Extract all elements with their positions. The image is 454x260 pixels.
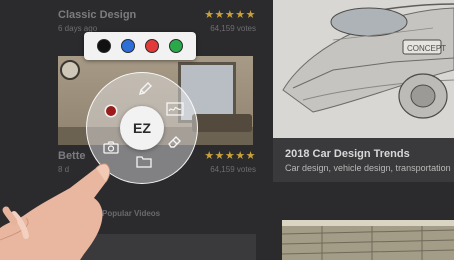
section-label: Most Popular Videos: [81, 209, 161, 218]
building-sketch-icon: [282, 226, 454, 260]
eraser-icon[interactable]: [165, 131, 185, 151]
camera-icon[interactable]: [101, 137, 121, 157]
car-sketch-icon: CONCEPT: [273, 0, 454, 138]
radial-tool-menu: EZ: [86, 72, 198, 184]
video-age: 8 d: [58, 165, 70, 174]
feature-caption[interactable]: 2018 Car Design Trends Car design, vehic…: [273, 138, 454, 182]
pen-icon[interactable]: [135, 79, 155, 99]
video-thumbnail[interactable]: [14, 234, 256, 260]
thumbnail-sofa: [192, 114, 252, 132]
color-dot-icon[interactable]: [106, 106, 116, 116]
rating-stars: ★★★★★: [204, 150, 256, 162]
swatch-red[interactable]: [145, 39, 159, 53]
hub-label: EZ: [133, 120, 151, 136]
section-heading[interactable]: ❮ Most Popular Videos: [70, 209, 160, 218]
thumbnail-band: [282, 220, 454, 226]
swatch-black[interactable]: [97, 39, 111, 53]
thumbnail-clock: [60, 60, 80, 80]
chevron-left-icon: ❮: [70, 209, 77, 218]
vote-count: 64,159 votes: [210, 24, 256, 33]
folder-icon[interactable]: [134, 151, 154, 171]
swatch-blue[interactable]: [121, 39, 135, 53]
vote-count: 64,159 votes: [210, 165, 256, 174]
video-title: Bette: [58, 150, 86, 162]
ez-hub-button[interactable]: EZ: [120, 106, 164, 150]
feature-title: 2018 Car Design Trends: [285, 148, 410, 160]
color-palette: [84, 32, 196, 60]
feature-subtitle: Car design, vehicle design, transportati…: [285, 163, 451, 173]
video-title: Classic Design: [58, 9, 137, 21]
car-sketch-thumbnail[interactable]: CONCEPT: [273, 0, 454, 138]
app-screen: Classic Design 6 days ago ★★★★★ 64,159 v…: [0, 0, 454, 260]
rating-stars: ★★★★★: [204, 9, 256, 21]
svg-text:CONCEPT: CONCEPT: [407, 44, 446, 53]
swatch-green[interactable]: [169, 39, 183, 53]
signature-icon[interactable]: [165, 99, 185, 119]
video-thumbnail[interactable]: [282, 220, 454, 260]
